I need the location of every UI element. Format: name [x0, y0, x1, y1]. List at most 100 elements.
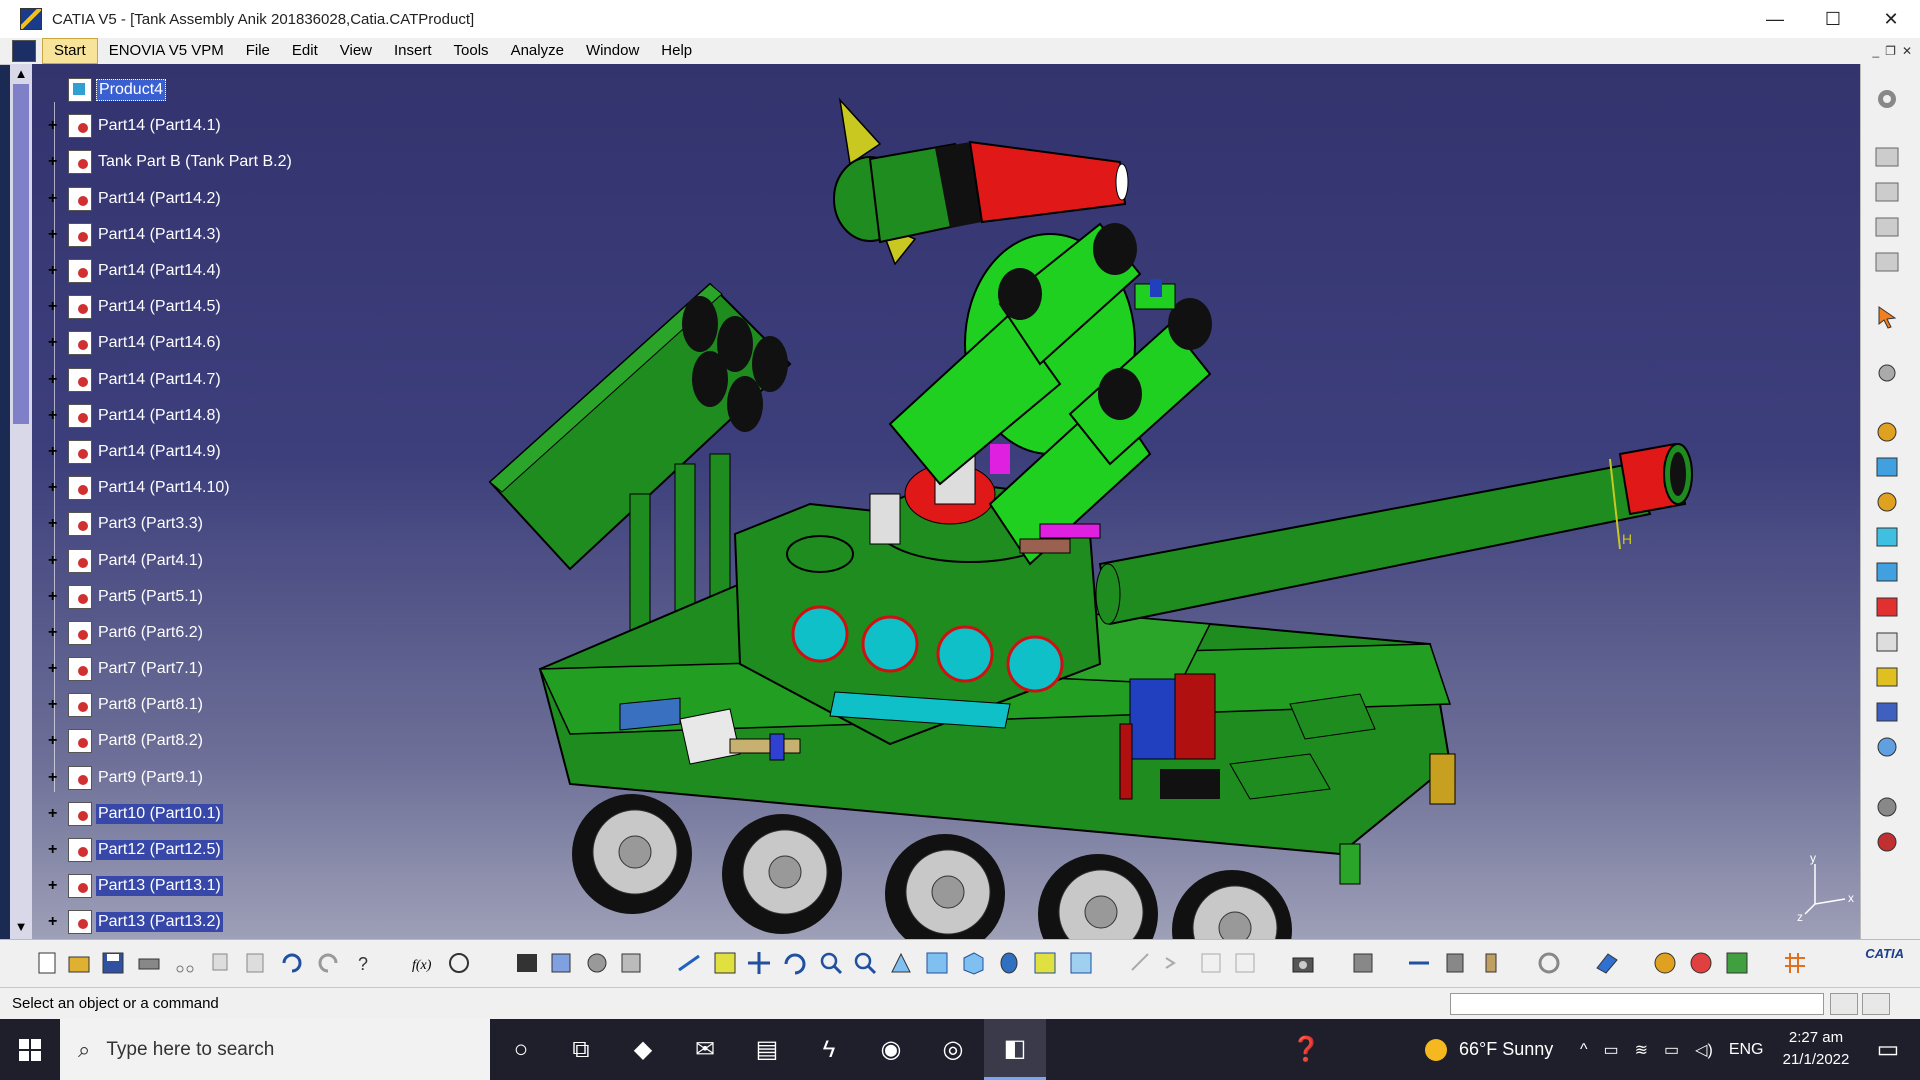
menu-tools[interactable]: Tools — [443, 39, 500, 63]
tree-item-label[interactable]: Part14 (Part14.7) — [96, 370, 223, 390]
tree-item-label[interactable]: Part14 (Part14.3) — [96, 225, 223, 245]
menu-enovia[interactable]: ENOVIA V5 VPM — [98, 39, 235, 63]
menu-help[interactable]: Help — [650, 39, 703, 63]
expand-plus-icon[interactable]: + — [48, 154, 60, 170]
tree-item-label[interactable]: Part14 (Part14.10) — [96, 478, 232, 498]
menu-insert[interactable]: Insert — [383, 39, 443, 63]
tools-palette-icon[interactable] — [618, 950, 644, 976]
isometric-view-icon[interactable] — [960, 950, 986, 976]
knowledge-advisor-icon[interactable] — [446, 950, 472, 976]
expand-plus-icon[interactable]: + — [48, 842, 60, 858]
windows-start-button[interactable] — [0, 1019, 60, 1080]
selective-load-icon[interactable] — [1873, 664, 1901, 690]
language-indicator[interactable]: ENG — [1729, 1041, 1764, 1059]
zoom-out-icon[interactable] — [852, 950, 878, 976]
copy-icon[interactable] — [208, 950, 234, 976]
tree-item-label[interactable]: Tank Part B (Tank Part B.2) — [96, 152, 294, 172]
wifi-icon[interactable]: ≋ — [1635, 1040, 1648, 1060]
existing-component-icon[interactable] — [1873, 524, 1901, 550]
whats-this-icon[interactable]: ? — [352, 950, 378, 976]
design-table-icon[interactable] — [514, 950, 540, 976]
expand-plus-icon[interactable]: + — [48, 118, 60, 134]
task-view-icon[interactable]: ⧉ — [550, 1019, 612, 1080]
insert-component-icon[interactable] — [1873, 419, 1901, 445]
tree-item-label[interactable]: Part5 (Part5.1) — [96, 587, 205, 607]
insert-product-icon[interactable] — [1873, 454, 1901, 480]
update-all-icon[interactable] — [1536, 950, 1562, 976]
assembly-tool-1-icon[interactable] — [1873, 144, 1901, 170]
missile-pod-turret[interactable] — [869, 222, 1212, 566]
apply-material-icon[interactable] — [1724, 950, 1750, 976]
assembly-tool-2-icon[interactable] — [1873, 179, 1901, 205]
expand-plus-icon[interactable]: + — [48, 335, 60, 351]
tree-item-label[interactable]: Part13 (Part13.2) — [96, 912, 223, 933]
tree-item-label[interactable]: Part13 (Part13.1) — [96, 876, 223, 897]
update-icon[interactable] — [1873, 829, 1901, 855]
expand-plus-icon[interactable]: + — [48, 733, 60, 749]
tree-item-label[interactable]: Part14 (Part14.2) — [96, 189, 223, 209]
expand-plus-icon[interactable]: + — [48, 190, 60, 206]
undo-icon[interactable] — [278, 950, 304, 976]
normal-view-icon[interactable] — [888, 950, 914, 976]
measure-inertia-icon[interactable] — [1478, 950, 1504, 976]
render-style-icon[interactable] — [1652, 950, 1678, 976]
expand-plus-icon[interactable]: + — [48, 263, 60, 279]
save-icon[interactable] — [100, 950, 126, 976]
assembly-tool-4-icon[interactable] — [1873, 249, 1901, 275]
winamp-icon[interactable]: ϟ — [798, 1019, 860, 1080]
tank-model[interactable]: H y x z — [10, 64, 1860, 939]
new-file-icon[interactable] — [34, 950, 60, 976]
expand-plus-icon[interactable]: + — [48, 371, 60, 387]
status-button-2[interactable] — [1862, 993, 1890, 1015]
show-hidden-icons-chevron-icon[interactable]: ^ — [1580, 1041, 1588, 1059]
file-explorer-icon[interactable]: ▤ — [736, 1019, 798, 1080]
swap-visible-space-icon[interactable] — [1068, 950, 1094, 976]
doc-close-button[interactable]: ✕ — [1902, 44, 1912, 58]
measure-between-icon[interactable] — [1406, 950, 1432, 976]
sketcher-icon[interactable] — [1594, 950, 1620, 976]
expand-plus-icon[interactable]: + — [48, 480, 60, 496]
expand-plus-icon[interactable]: + — [48, 697, 60, 713]
tree-item-label[interactable]: Part8 (Part8.1) — [96, 695, 205, 715]
tools-disabled-1-icon[interactable] — [1128, 950, 1154, 976]
tools-disabled-2-icon[interactable] — [1162, 950, 1188, 976]
catia-menu-logo-icon[interactable] — [12, 40, 36, 62]
measure-item-icon[interactable] — [1442, 950, 1468, 976]
help-tips-icon[interactable]: ❓ — [1275, 1019, 1337, 1080]
menu-file[interactable]: File — [235, 39, 281, 63]
replace-component-icon[interactable] — [1873, 559, 1901, 585]
expand-plus-icon[interactable]: + — [48, 226, 60, 242]
tree-item-label[interactable]: Part6 (Part6.2) — [96, 623, 205, 643]
tree-item-label[interactable]: Part7 (Part7.1) — [96, 659, 205, 679]
manage-representations-icon[interactable] — [1873, 699, 1901, 725]
hide-show-icon[interactable] — [1032, 950, 1058, 976]
expand-plus-icon[interactable]: + — [48, 914, 60, 930]
macro-icon[interactable] — [584, 950, 610, 976]
close-button[interactable]: ✕ — [1862, 0, 1920, 38]
expand-plus-icon[interactable]: + — [48, 552, 60, 568]
manipulation-icon[interactable] — [1873, 360, 1901, 386]
redo-icon[interactable] — [316, 950, 342, 976]
expand-plus-icon[interactable]: + — [48, 661, 60, 677]
doc-minimize-button[interactable]: _ — [1872, 44, 1879, 58]
taskbar-clock[interactable]: 2:27 am 21/1/2022 — [1770, 1027, 1862, 1071]
taskbar-search-box[interactable]: ⌕ Type here to search — [60, 1019, 490, 1080]
tree-item-label[interactable]: Part14 (Part14.5) — [96, 297, 223, 317]
catia-taskbar-icon[interactable]: ◧ — [984, 1019, 1046, 1080]
expand-plus-icon[interactable]: + — [48, 878, 60, 894]
chrome-browser-icon[interactable]: ◎ — [922, 1019, 984, 1080]
zoom-in-icon[interactable] — [818, 950, 844, 976]
formula-icon[interactable]: f(x) — [410, 950, 436, 976]
expand-plus-icon[interactable]: + — [48, 516, 60, 532]
tree-item-label[interactable]: Part14 (Part14.8) — [96, 406, 223, 426]
tree-item-label[interactable]: Part10 (Part10.1) — [96, 803, 223, 824]
multi-instantiation-icon[interactable] — [1873, 734, 1901, 760]
tank-cannon[interactable]: H — [1095, 442, 1693, 626]
mail-icon[interactable]: ✉ — [674, 1019, 736, 1080]
tree-item-label[interactable]: Part4 (Part4.1) — [96, 551, 205, 571]
weather-widget[interactable]: 66°F Sunny — [1425, 1019, 1553, 1080]
multi-view-icon[interactable] — [924, 950, 950, 976]
fit-all-icon[interactable] — [712, 950, 738, 976]
insert-part-icon[interactable] — [1873, 489, 1901, 515]
tree-item-label[interactable]: Part14 (Part14.1) — [96, 116, 223, 136]
